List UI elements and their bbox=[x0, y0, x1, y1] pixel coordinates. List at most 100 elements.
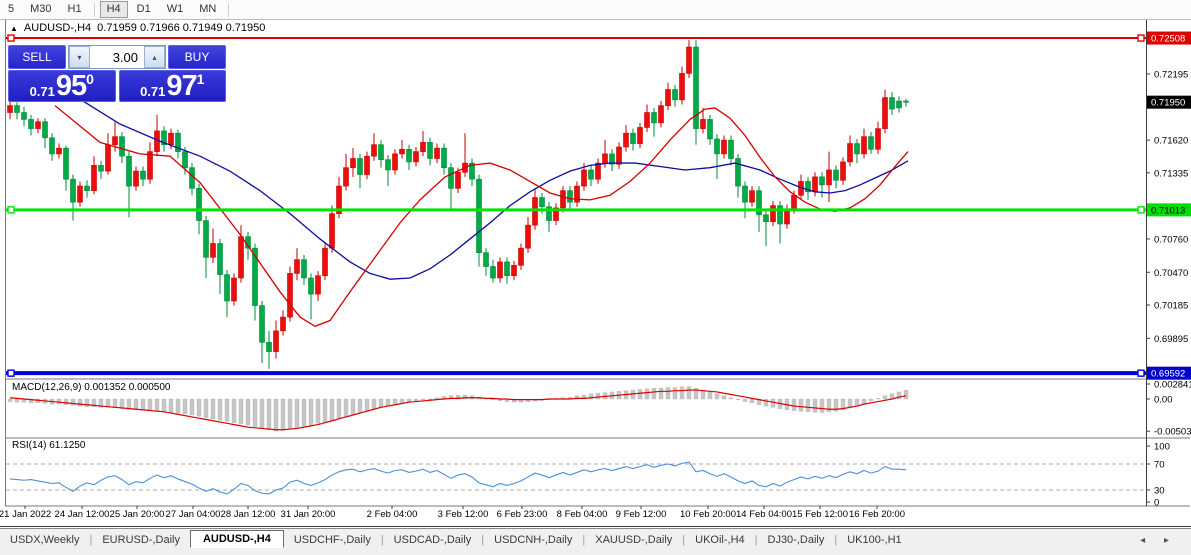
time-tick-label: 21 Jan 2022 bbox=[0, 509, 51, 520]
line-handle bbox=[1138, 207, 1144, 213]
macd-histogram-bar bbox=[806, 399, 810, 412]
macd-histogram-bar bbox=[253, 399, 257, 427]
candle-body bbox=[736, 158, 741, 186]
candle-body bbox=[631, 133, 636, 143]
rsi-axis-label: 100 bbox=[1154, 442, 1170, 453]
macd-histogram-bar bbox=[309, 399, 313, 425]
sell-price-prefix: 0.71 bbox=[30, 84, 55, 99]
candle-body bbox=[883, 98, 888, 129]
candle-body bbox=[512, 265, 517, 275]
tab-uk100-h1[interactable]: UK100-,H1 bbox=[837, 532, 911, 548]
timeframe-button-mn[interactable]: MN bbox=[192, 1, 223, 18]
candle-body bbox=[113, 137, 118, 145]
macd-histogram-bar bbox=[638, 389, 642, 399]
macd-histogram-bar bbox=[141, 399, 145, 410]
price-tick-label: 0.70185 bbox=[1154, 301, 1188, 312]
candle-body bbox=[414, 152, 419, 162]
volume-decrease-button[interactable]: ▾ bbox=[69, 46, 90, 68]
macd-histogram-bar bbox=[337, 399, 341, 418]
macd-histogram-bar bbox=[722, 396, 726, 399]
tab-usdcnh-daily[interactable]: USDCNH-,Daily bbox=[484, 532, 582, 548]
candle-body bbox=[428, 142, 433, 158]
timeframe-button-h4[interactable]: H4 bbox=[100, 1, 128, 18]
candle-body bbox=[582, 170, 587, 186]
macd-histogram-bar bbox=[176, 399, 180, 413]
candle-body bbox=[281, 317, 286, 331]
candle-body bbox=[848, 144, 853, 162]
buy-button[interactable]: BUY bbox=[168, 45, 226, 69]
candle-body bbox=[141, 171, 146, 179]
candle-body bbox=[715, 139, 720, 154]
macd-histogram-bar bbox=[708, 392, 712, 399]
tab-usdcad-daily[interactable]: USDCAD-,Daily bbox=[384, 532, 482, 548]
chart-window[interactable]: 0.721950.716200.713350.707600.704700.701… bbox=[0, 19, 1191, 527]
tab-eurusd-daily[interactable]: EURUSD-,Daily bbox=[92, 532, 190, 548]
tab-usdx-weekly[interactable]: USDX,Weekly bbox=[0, 532, 89, 548]
candle-body bbox=[561, 191, 566, 208]
candle-body bbox=[435, 148, 440, 158]
macd-histogram-bar bbox=[197, 399, 201, 416]
candle-body bbox=[764, 215, 769, 222]
macd-histogram-bar bbox=[435, 398, 439, 399]
candle-body bbox=[729, 140, 734, 158]
macd-histogram-bar bbox=[645, 389, 649, 399]
macd-histogram-bar bbox=[274, 399, 278, 431]
buy-price-box[interactable]: 0.71 97 1 bbox=[119, 70, 227, 102]
sell-price-box[interactable]: 0.71 95 0 bbox=[8, 70, 116, 102]
macd-histogram-bar bbox=[204, 399, 208, 418]
macd-histogram-bar bbox=[218, 399, 222, 420]
macd-histogram-bar bbox=[225, 399, 229, 421]
tab-usdchf-daily[interactable]: USDCHF-,Daily bbox=[284, 532, 381, 548]
candle-body bbox=[127, 156, 132, 186]
macd-histogram-bar bbox=[358, 399, 362, 412]
candle-body bbox=[36, 122, 41, 129]
macd-histogram-bar bbox=[750, 399, 754, 403]
volume-input[interactable]: 3.00 bbox=[90, 46, 144, 68]
tab-scroll-arrows[interactable]: ◂ ▸ bbox=[1140, 535, 1177, 546]
candle-body bbox=[295, 260, 300, 274]
volume-increase-button[interactable]: ▴ bbox=[144, 46, 165, 68]
tab-xauusd-daily[interactable]: XAUUSD-,Daily bbox=[585, 532, 682, 548]
time-tick-label: 2 Feb 04:00 bbox=[367, 509, 418, 520]
time-tick-label: 31 Jan 20:00 bbox=[281, 509, 336, 520]
macd-histogram-bar bbox=[148, 399, 152, 411]
buy-price-prefix: 0.71 bbox=[140, 84, 165, 99]
time-tick-label: 25 Jan 20:00 bbox=[110, 509, 165, 520]
macd-histogram-bar bbox=[344, 399, 348, 416]
time-tick-label: 14 Feb 04:00 bbox=[736, 509, 792, 520]
macd-histogram-bar bbox=[169, 399, 173, 412]
timeframe-button-m30[interactable]: M30 bbox=[23, 1, 58, 18]
sell-button[interactable]: SELL bbox=[8, 45, 66, 69]
timeframe-button-w1[interactable]: W1 bbox=[160, 1, 191, 18]
buy-price-sup: 1 bbox=[197, 72, 205, 86]
candle-body bbox=[743, 186, 748, 202]
macd-histogram-bar bbox=[596, 393, 600, 399]
price-tick-label: 0.69895 bbox=[1154, 334, 1188, 345]
candle-body bbox=[813, 177, 818, 192]
candle-body bbox=[505, 262, 510, 276]
candle-body bbox=[372, 145, 377, 156]
macd-histogram-bar bbox=[715, 394, 719, 399]
candle-body bbox=[890, 98, 895, 109]
macd-histogram-bar bbox=[666, 387, 670, 399]
tab-audusd-h4[interactable]: AUDUSD-,H4 bbox=[190, 530, 284, 548]
timeframe-button-h1[interactable]: H1 bbox=[61, 1, 89, 18]
candle-body bbox=[106, 145, 111, 171]
time-tick-label: 28 Jan 12:00 bbox=[221, 509, 276, 520]
macd-histogram-bar bbox=[771, 399, 775, 407]
candle-body bbox=[309, 278, 314, 294]
macd-histogram-bar bbox=[876, 398, 880, 399]
price-tag-label: 0.69592 bbox=[1151, 369, 1185, 380]
macd-histogram-bar bbox=[813, 399, 817, 412]
macd-histogram-bar bbox=[799, 399, 803, 411]
tab-dj30-daily[interactable]: DJ30-,Daily bbox=[758, 532, 835, 548]
candle-body bbox=[666, 90, 671, 106]
candle-body bbox=[491, 267, 496, 278]
timeframe-button-d1[interactable]: D1 bbox=[130, 1, 158, 18]
candle-body bbox=[869, 137, 874, 150]
candle-body bbox=[92, 165, 97, 190]
timeframe-button-5[interactable]: 5 bbox=[1, 1, 21, 18]
tab-ukoil-h4[interactable]: UKOil-,H4 bbox=[685, 532, 755, 548]
candle-body bbox=[708, 119, 713, 139]
candle-body bbox=[134, 171, 139, 186]
